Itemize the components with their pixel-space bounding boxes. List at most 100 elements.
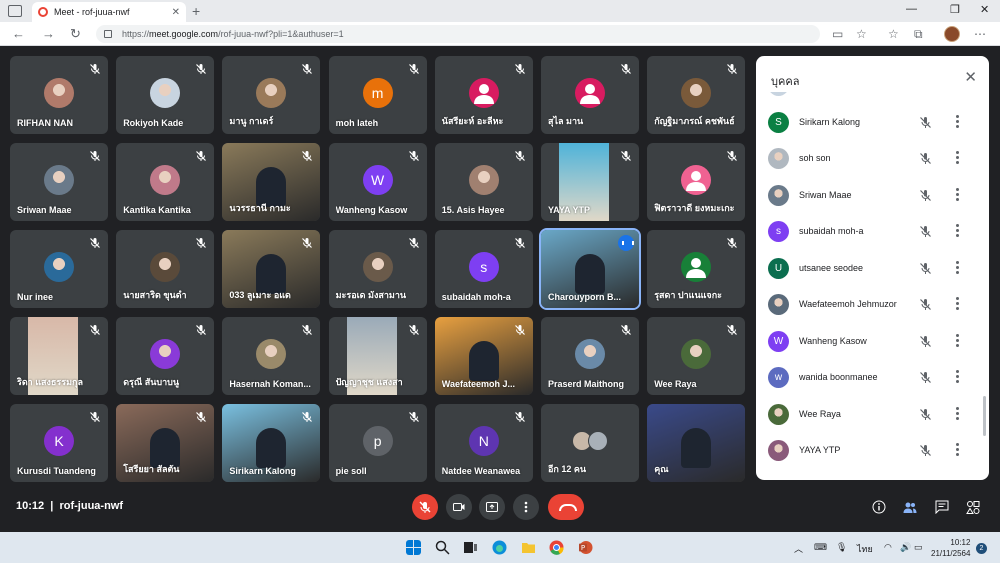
participant-tile[interactable]: Sriwan Maae bbox=[10, 143, 108, 221]
participant-list-item[interactable]: Sriwan Maae bbox=[756, 178, 989, 214]
more-vert-icon[interactable] bbox=[954, 223, 960, 239]
more-vert-icon[interactable] bbox=[954, 187, 960, 203]
participant-tile[interactable]: YAYA YTP bbox=[541, 143, 639, 221]
participant-tile[interactable]: 15. Asis Hayee bbox=[434, 143, 533, 221]
participant-tile[interactable]: m moh lateh bbox=[328, 56, 427, 134]
participant-list-item[interactable]: Wee Raya bbox=[756, 397, 989, 433]
participant-tile[interactable]: N Natdee Weanawea bbox=[434, 404, 533, 482]
people-list-scrollbar[interactable] bbox=[983, 396, 986, 436]
participant-tile[interactable]: Kantika Kantika bbox=[116, 143, 215, 221]
participant-tile[interactable]: มานู กาเดร์ bbox=[222, 56, 321, 134]
chrome-icon[interactable] bbox=[549, 540, 564, 555]
close-panel-icon[interactable]: ✕ bbox=[964, 68, 977, 86]
more-vert-icon[interactable] bbox=[954, 114, 960, 130]
search-icon[interactable] bbox=[435, 540, 450, 555]
participant-tile[interactable]: p pie soll bbox=[328, 404, 427, 482]
participant-tile[interactable]: ดรุณี สันบาบนู bbox=[116, 317, 215, 395]
more-vert-icon[interactable] bbox=[954, 150, 960, 166]
participant-list-item[interactable]: YAYA YTP bbox=[756, 433, 989, 469]
participant-tile[interactable]: Praserd Maithong bbox=[541, 317, 639, 395]
forward-icon[interactable]: → bbox=[42, 26, 55, 41]
taskbar-clock[interactable]: 10:12 21/11/2564 bbox=[931, 537, 970, 559]
participant-tile[interactable]: W Wanheng Kasow bbox=[328, 143, 427, 221]
leave-call-button[interactable] bbox=[548, 494, 584, 520]
camera-permission-icon[interactable]: ▭ bbox=[832, 27, 843, 41]
participant-tile[interactable]: s subaidah moh-a bbox=[434, 230, 533, 308]
file-explorer-icon[interactable] bbox=[521, 540, 536, 555]
minimize-icon[interactable]: — bbox=[906, 3, 917, 15]
battery-icon[interactable]: ▭ bbox=[914, 542, 923, 553]
participant-tile[interactable]: Charouyporn B... bbox=[539, 228, 641, 310]
participant-tile[interactable]: 033 ลูเมาะ อแด bbox=[222, 230, 321, 308]
present-screen-button[interactable] bbox=[479, 494, 505, 520]
mic-off-icon[interactable] bbox=[919, 116, 932, 129]
favorites-icon[interactable]: ☆ bbox=[888, 27, 899, 41]
people-icon[interactable] bbox=[903, 500, 917, 514]
tray-mic-icon[interactable]: 🎙 bbox=[836, 542, 847, 553]
participant-tile[interactable]: ปัญญาชุช แสงสา bbox=[328, 317, 427, 395]
tray-overflow-icon[interactable]: ︿ bbox=[794, 542, 803, 555]
mic-off-icon[interactable] bbox=[919, 152, 932, 165]
participant-tile[interactable]: ฟิตราวาดี ยงหมะเกะ bbox=[647, 143, 746, 221]
participant-list-item[interactable]: soh son bbox=[756, 141, 989, 177]
meeting-details-icon[interactable] bbox=[872, 500, 886, 514]
participant-tile[interactable]: Sirikarn Kalong bbox=[222, 404, 321, 482]
participant-tile[interactable]: กัญฐิมาภรณ์ คชพันธ์ bbox=[647, 56, 746, 134]
url-input[interactable]: https://meet.google.com/rof-juua-nwf?pli… bbox=[96, 25, 820, 43]
reload-icon[interactable]: ↻ bbox=[70, 26, 81, 42]
start-menu-icon[interactable] bbox=[406, 540, 421, 555]
participant-tile[interactable]: นัสรียะห์ อะลีหะ bbox=[434, 56, 533, 134]
participant-tile[interactable]: Hasernah Koman... bbox=[222, 317, 321, 395]
favorite-star-icon[interactable]: ☆ bbox=[856, 27, 867, 41]
close-window-icon[interactable]: ✕ bbox=[980, 3, 989, 16]
mic-off-icon[interactable] bbox=[919, 371, 932, 384]
mic-off-icon[interactable] bbox=[919, 298, 932, 311]
participant-tile[interactable]: Nur inee bbox=[10, 230, 108, 308]
participant-list-item[interactable]: S Sirikarn Kalong bbox=[756, 105, 989, 141]
maximize-icon[interactable]: ❐ bbox=[950, 3, 960, 16]
mic-off-icon[interactable] bbox=[919, 408, 932, 421]
participant-tile[interactable]: โสรียยา สัลตัน bbox=[116, 404, 215, 482]
back-icon[interactable]: ← bbox=[12, 26, 25, 41]
more-participants-tile[interactable]: อีก 12 คน bbox=[541, 404, 639, 482]
more-menu-icon[interactable]: ⋯ bbox=[974, 27, 986, 41]
camera-toggle-button[interactable] bbox=[446, 494, 472, 520]
participant-tile[interactable]: Rokiyoh Kade bbox=[116, 56, 215, 134]
more-vert-icon[interactable] bbox=[954, 442, 960, 458]
profile-avatar[interactable] bbox=[944, 26, 960, 42]
edge-browser-icon[interactable] bbox=[492, 540, 507, 555]
participant-tile[interactable]: RIFHAN NAN bbox=[10, 56, 108, 134]
mic-off-icon[interactable] bbox=[919, 335, 932, 348]
activities-icon[interactable] bbox=[966, 500, 980, 514]
self-tile[interactable]: คุณ bbox=[647, 404, 746, 482]
participant-list-item[interactable]: W Wanheng Kasow bbox=[756, 324, 989, 360]
participant-tile[interactable]: มะรอเด มังสามาน bbox=[328, 230, 427, 308]
participant-list-item[interactable]: s subaidah moh-a bbox=[756, 214, 989, 250]
participant-tile[interactable]: Waefateemoh J... bbox=[434, 317, 533, 395]
chat-icon[interactable] bbox=[935, 500, 949, 514]
mic-off-icon[interactable] bbox=[919, 262, 932, 275]
participant-list-item[interactable]: Waefateemoh Jehmuzor bbox=[756, 287, 989, 323]
new-tab-icon[interactable]: + bbox=[192, 3, 200, 19]
mic-off-icon[interactable] bbox=[919, 225, 932, 238]
participant-tile[interactable]: นายสาริด ขุนดำ bbox=[116, 230, 215, 308]
more-vert-icon[interactable] bbox=[954, 406, 960, 422]
powerpoint-icon[interactable]: P bbox=[578, 540, 593, 555]
participant-tile[interactable]: นวรรธานี กามะ bbox=[222, 143, 321, 221]
participant-tile[interactable]: K Kurusdi Tuandeng bbox=[10, 404, 108, 482]
participant-tile[interactable]: Wee Raya bbox=[647, 317, 746, 395]
volume-icon[interactable]: 🔊 bbox=[900, 542, 911, 553]
close-tab-icon[interactable]: ✕ bbox=[172, 7, 180, 18]
task-view-icon[interactable] bbox=[463, 540, 478, 555]
tab-actions-icon[interactable] bbox=[8, 5, 22, 17]
participant-tile[interactable]: สุไล มาน bbox=[541, 56, 639, 134]
participant-list-item[interactable]: w wanida boonmanee bbox=[756, 360, 989, 396]
participant-list-item[interactable]: Rokiyoh Kade bbox=[756, 92, 989, 104]
participant-tile[interactable]: รุสดา ปาแนแจกะ bbox=[647, 230, 746, 308]
wifi-icon[interactable]: ◠ bbox=[884, 542, 892, 553]
collections-icon[interactable]: ⧉ bbox=[914, 27, 923, 42]
participant-tile[interactable]: ริดา แสงธรรมกุล bbox=[10, 317, 108, 395]
more-vert-icon[interactable] bbox=[954, 296, 960, 312]
mic-off-icon[interactable] bbox=[919, 444, 932, 457]
mic-off-icon[interactable] bbox=[919, 189, 932, 202]
